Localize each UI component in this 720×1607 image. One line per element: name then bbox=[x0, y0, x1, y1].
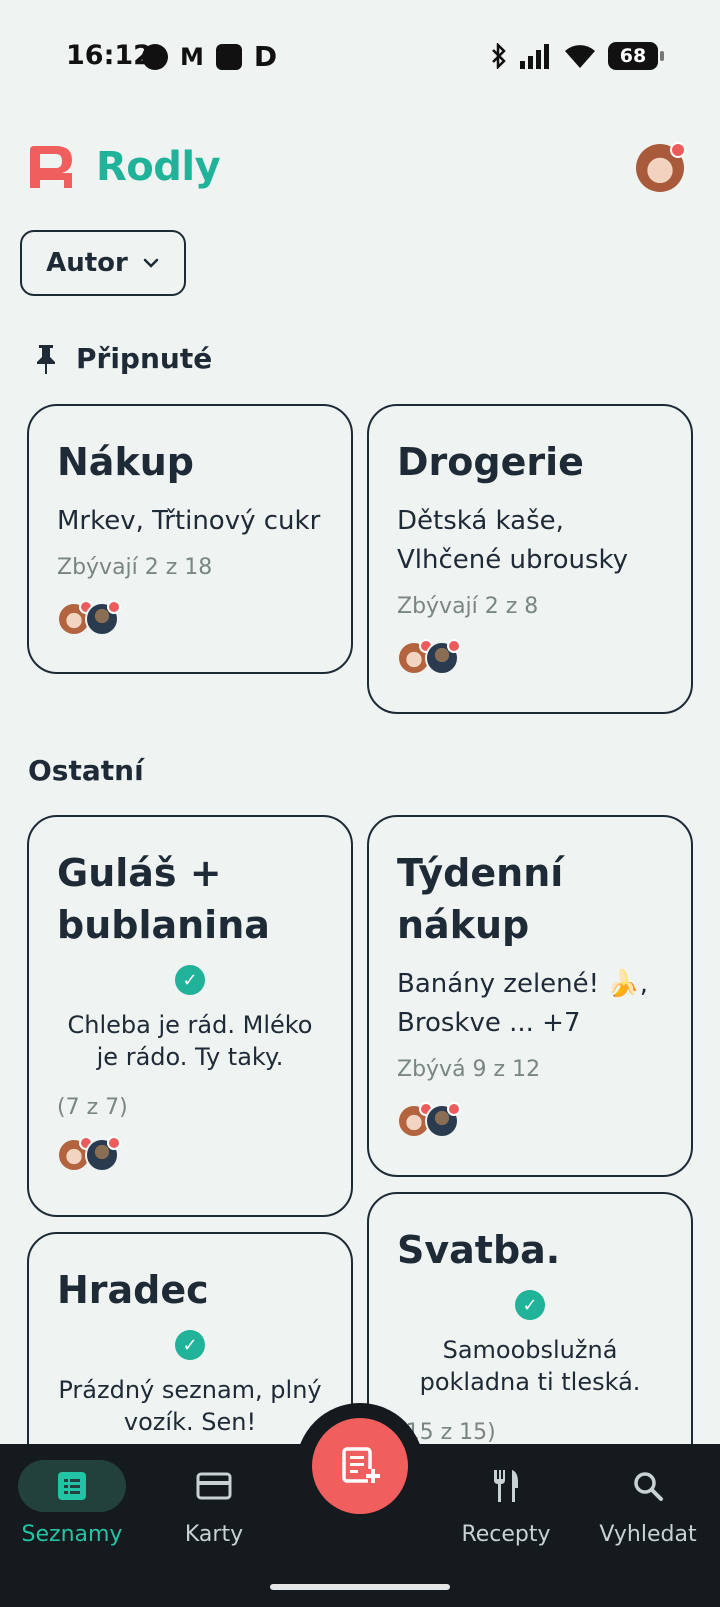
card-done-message: Prázdný seznam, plný vozík. Sen! bbox=[58, 1376, 322, 1436]
avatar bbox=[85, 600, 121, 636]
pinned-title-text: Připnuté bbox=[76, 342, 213, 375]
card-remaining: Zbývá 9 z 12 bbox=[397, 1057, 541, 1082]
home-indicator bbox=[270, 1584, 450, 1590]
pin-icon bbox=[37, 344, 55, 374]
other-title-text: Ostatní bbox=[28, 754, 144, 787]
avatar bbox=[425, 639, 461, 675]
crown-badge-icon bbox=[447, 639, 461, 653]
signal-icon bbox=[520, 44, 549, 69]
list-card-tydenni-nakup[interactable]: Týdenní nákup Banány zelené! 🍌, Broskve … bbox=[367, 815, 693, 1177]
nav-label: Seznamy bbox=[21, 1522, 123, 1547]
crown-badge-icon bbox=[107, 1136, 121, 1150]
nav-label: Recepty bbox=[461, 1522, 551, 1547]
card-members bbox=[57, 1136, 323, 1174]
battery-icon: 68 bbox=[608, 42, 664, 70]
search-icon bbox=[634, 1472, 663, 1501]
nav-item-karty[interactable]: Karty bbox=[144, 1460, 284, 1547]
card-done-message: Chleba je rád. Mléko je rádo. Ty taky. bbox=[67, 1011, 313, 1071]
card-title: Guláš + bublanina bbox=[57, 851, 270, 947]
app-name: Rodly bbox=[96, 144, 221, 190]
card-icon bbox=[196, 1472, 232, 1500]
card-count: (7 z 7) bbox=[57, 1095, 128, 1120]
app-logo: Rodly bbox=[26, 142, 221, 192]
bluetooth-icon bbox=[492, 43, 506, 69]
rodly-logo-icon bbox=[30, 146, 72, 188]
nav-item-seznamy[interactable]: Seznamy bbox=[2, 1460, 142, 1547]
status-time: 16:12 bbox=[66, 40, 152, 71]
card-title: Hradec bbox=[57, 1268, 209, 1312]
card-members bbox=[57, 600, 323, 638]
app-square-icon bbox=[215, 44, 242, 70]
card-title: Svatba. bbox=[397, 1228, 561, 1272]
new-list-button[interactable] bbox=[312, 1418, 408, 1514]
chevron-down-icon bbox=[143, 258, 159, 268]
card-title: Týdenní nákup bbox=[397, 851, 564, 947]
card-done-message: Samoobslužná pokladna ti tleská. bbox=[419, 1336, 641, 1396]
battery-level: 68 bbox=[619, 45, 647, 67]
crown-badge-icon bbox=[447, 1102, 461, 1116]
other-section-title: Ostatní bbox=[28, 754, 144, 787]
author-filter-button[interactable]: Autor bbox=[20, 230, 186, 296]
avatar bbox=[85, 1136, 121, 1172]
nav-item-vyhledat[interactable]: Vyhledat bbox=[578, 1460, 718, 1547]
notification-dot-icon bbox=[142, 44, 168, 70]
pinned-section-title: Připnuté bbox=[34, 342, 212, 375]
card-title: Drogerie bbox=[397, 440, 584, 484]
nav-item-recepty[interactable]: Recepty bbox=[436, 1460, 576, 1547]
card-count: (15 z 15) bbox=[397, 1420, 496, 1445]
card-remaining: Zbývají 2 z 18 bbox=[57, 555, 213, 580]
card-remaining: Zbývají 2 z 8 bbox=[397, 594, 539, 619]
list-icon bbox=[58, 1472, 86, 1500]
nav-label: Vyhledat bbox=[599, 1522, 697, 1547]
list-card-drogerie[interactable]: Drogerie Dětská kaše, Vlhčené ubrousky Z… bbox=[367, 404, 693, 714]
card-members bbox=[397, 639, 663, 677]
fork-knife-icon bbox=[494, 1470, 518, 1502]
nav-label: Karty bbox=[184, 1522, 244, 1547]
check-circle-icon: ✓ bbox=[175, 965, 205, 995]
avatar bbox=[425, 1102, 461, 1138]
check-circle-icon: ✓ bbox=[515, 1290, 545, 1320]
card-preview: Dětská kaše, Vlhčené ubrousky bbox=[397, 506, 629, 575]
check-circle-icon: ✓ bbox=[175, 1330, 205, 1360]
profile-avatar[interactable] bbox=[636, 142, 686, 192]
list-card-nakup[interactable]: Nákup Mrkev, Třtinový cukr Zbývají 2 z 1… bbox=[27, 404, 353, 674]
status-bar: 16:12 M D 68 bbox=[0, 0, 720, 110]
crown-badge-icon bbox=[670, 142, 686, 158]
author-filter-label: Autor bbox=[46, 248, 128, 278]
gmail-icon: M bbox=[180, 43, 204, 71]
crown-badge-icon bbox=[107, 600, 121, 614]
d-app-icon: D bbox=[253, 40, 278, 73]
card-preview: Banány zelené! 🍌, Broskve ... +7 bbox=[397, 969, 648, 1038]
card-title: Nákup bbox=[57, 440, 194, 484]
list-card-gulas[interactable]: Guláš + bublanina ✓ Chleba je rád. Mléko… bbox=[27, 815, 353, 1217]
new-list-icon bbox=[342, 1447, 380, 1485]
card-preview: Mrkev, Třtinový cukr bbox=[57, 506, 321, 536]
wifi-icon bbox=[565, 45, 595, 68]
card-members bbox=[397, 1102, 663, 1140]
